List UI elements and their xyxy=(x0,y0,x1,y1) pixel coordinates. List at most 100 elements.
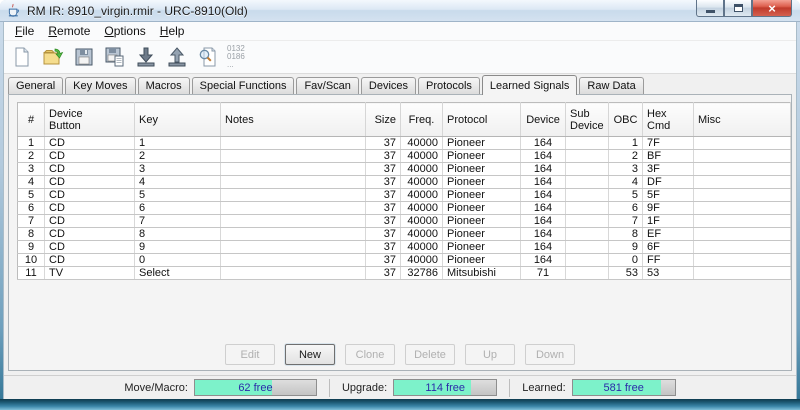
table-cell: FF xyxy=(643,254,694,267)
column-header: # xyxy=(18,103,45,137)
table-cell: 3 xyxy=(609,163,643,176)
new-file-button[interactable] xyxy=(8,43,36,71)
table-cell xyxy=(694,241,791,254)
minimize-button[interactable] xyxy=(696,0,724,17)
setup-code-list: 01320186... xyxy=(227,45,245,69)
table-cell: 8 xyxy=(609,228,643,241)
table-cell: 8 xyxy=(18,228,45,241)
save-button[interactable] xyxy=(70,43,98,71)
table-cell xyxy=(566,189,609,202)
table-cell: 71 xyxy=(521,267,566,280)
tab-key-moves[interactable]: Key Moves xyxy=(65,77,135,94)
table-cell xyxy=(566,163,609,176)
new-button[interactable]: New xyxy=(285,344,335,365)
maximize-button[interactable] xyxy=(724,0,752,17)
table-row[interactable]: 2CD23740000Pioneer1642BF xyxy=(18,150,791,163)
table-cell: 164 xyxy=(521,150,566,163)
table-row[interactable]: 4CD43740000Pioneer1644DF xyxy=(18,176,791,189)
table-cell: CD xyxy=(45,150,135,163)
table-cell: 37 xyxy=(366,267,401,280)
toolbar: 01320186... xyxy=(4,41,796,74)
table-cell xyxy=(566,241,609,254)
table-cell: CD xyxy=(45,202,135,215)
maximize-icon xyxy=(734,4,743,12)
table-cell: CD xyxy=(45,215,135,228)
column-header: Size xyxy=(366,103,401,137)
column-header: Device xyxy=(521,103,566,137)
table-header: #Device ButtonKeyNotesSizeFreq.ProtocolD… xyxy=(18,103,791,137)
tab-devices[interactable]: Devices xyxy=(361,77,416,94)
menu-options[interactable]: Options xyxy=(97,23,152,39)
table-cell xyxy=(566,215,609,228)
title-bar[interactable]: RM IR: 8910_virgin.rmir - URC-8910(Old) … xyxy=(0,0,800,22)
tab-fav-scan[interactable]: Fav/Scan xyxy=(296,77,358,94)
table-body: 1CD13740000Pioneer16417F2CD23740000Pione… xyxy=(18,137,791,280)
table-cell: 5 xyxy=(609,189,643,202)
column-header: Protocol xyxy=(443,103,521,137)
table-cell: Pioneer xyxy=(443,189,521,202)
up-button[interactable]: Up xyxy=(465,344,515,365)
tab-macros[interactable]: Macros xyxy=(138,77,190,94)
tab-learned-signals[interactable]: Learned Signals xyxy=(482,75,578,95)
table-row[interactable]: 1CD13740000Pioneer16417F xyxy=(18,137,791,150)
gauge-value: 62 free xyxy=(195,382,316,394)
table-row[interactable]: 9CD93740000Pioneer16496F xyxy=(18,241,791,254)
status-separator xyxy=(329,379,330,397)
action-button-row: Edit New Clone Delete Up Down xyxy=(9,344,791,370)
save-as-button[interactable] xyxy=(101,43,129,71)
close-button[interactable]: × xyxy=(752,0,792,17)
tab-special-functions[interactable]: Special Functions xyxy=(192,77,295,94)
table-cell xyxy=(221,189,366,202)
upload-to-remote-button[interactable] xyxy=(163,43,191,71)
table-cell: 6F xyxy=(643,241,694,254)
table-row[interactable]: 11TVSelect3732786Mitsubishi715353 xyxy=(18,267,791,280)
table-row[interactable]: 10CD03740000Pioneer1640FF xyxy=(18,254,791,267)
table-cell xyxy=(694,189,791,202)
window-controls: × xyxy=(696,0,792,17)
table-cell: 2 xyxy=(609,150,643,163)
table-cell xyxy=(221,137,366,150)
table-cell: 37 xyxy=(366,137,401,150)
table-cell: 1 xyxy=(135,137,221,150)
tab-general[interactable]: General xyxy=(8,77,63,94)
down-button[interactable]: Down xyxy=(525,344,575,365)
table-cell xyxy=(694,215,791,228)
table-cell xyxy=(566,228,609,241)
table-cell: 37 xyxy=(366,150,401,163)
edit-button[interactable]: Edit xyxy=(225,344,275,365)
download-icon xyxy=(135,46,157,68)
table-cell: 1 xyxy=(609,137,643,150)
delete-button[interactable]: Delete xyxy=(405,344,455,365)
menu-file[interactable]: File xyxy=(8,23,41,39)
table-cell xyxy=(221,150,366,163)
table-cell xyxy=(694,254,791,267)
table-row[interactable]: 8CD83740000Pioneer1648EF xyxy=(18,228,791,241)
table-cell xyxy=(566,254,609,267)
gauge-learned: Learned:581 free xyxy=(522,379,675,396)
table-cell xyxy=(221,228,366,241)
table-cell: 164 xyxy=(521,241,566,254)
codes-lookup-button[interactable] xyxy=(194,43,222,71)
table-cell xyxy=(221,176,366,189)
open-folder-icon xyxy=(42,46,64,68)
clone-button[interactable]: Clone xyxy=(345,344,395,365)
table-row[interactable]: 6CD63740000Pioneer16469F xyxy=(18,202,791,215)
save-icon xyxy=(73,46,95,68)
menu-help[interactable]: Help xyxy=(153,23,192,39)
gauge-label: Move/Macro: xyxy=(124,382,188,394)
download-from-remote-button[interactable] xyxy=(132,43,160,71)
tab-protocols[interactable]: Protocols xyxy=(418,77,480,94)
table-cell xyxy=(694,137,791,150)
open-file-button[interactable] xyxy=(39,43,67,71)
table-row[interactable]: 3CD33740000Pioneer16433F xyxy=(18,163,791,176)
table-row[interactable]: 7CD73740000Pioneer16471F xyxy=(18,215,791,228)
table-cell: 3 xyxy=(135,163,221,176)
table-row[interactable]: 5CD53740000Pioneer16455F xyxy=(18,189,791,202)
menu-remote[interactable]: Remote xyxy=(41,23,97,39)
tab-raw-data[interactable]: Raw Data xyxy=(579,77,643,94)
table-cell: 164 xyxy=(521,189,566,202)
table-cell xyxy=(566,137,609,150)
table-cell: Pioneer xyxy=(443,176,521,189)
minimize-icon xyxy=(706,10,715,13)
table-cell: 7F xyxy=(643,137,694,150)
